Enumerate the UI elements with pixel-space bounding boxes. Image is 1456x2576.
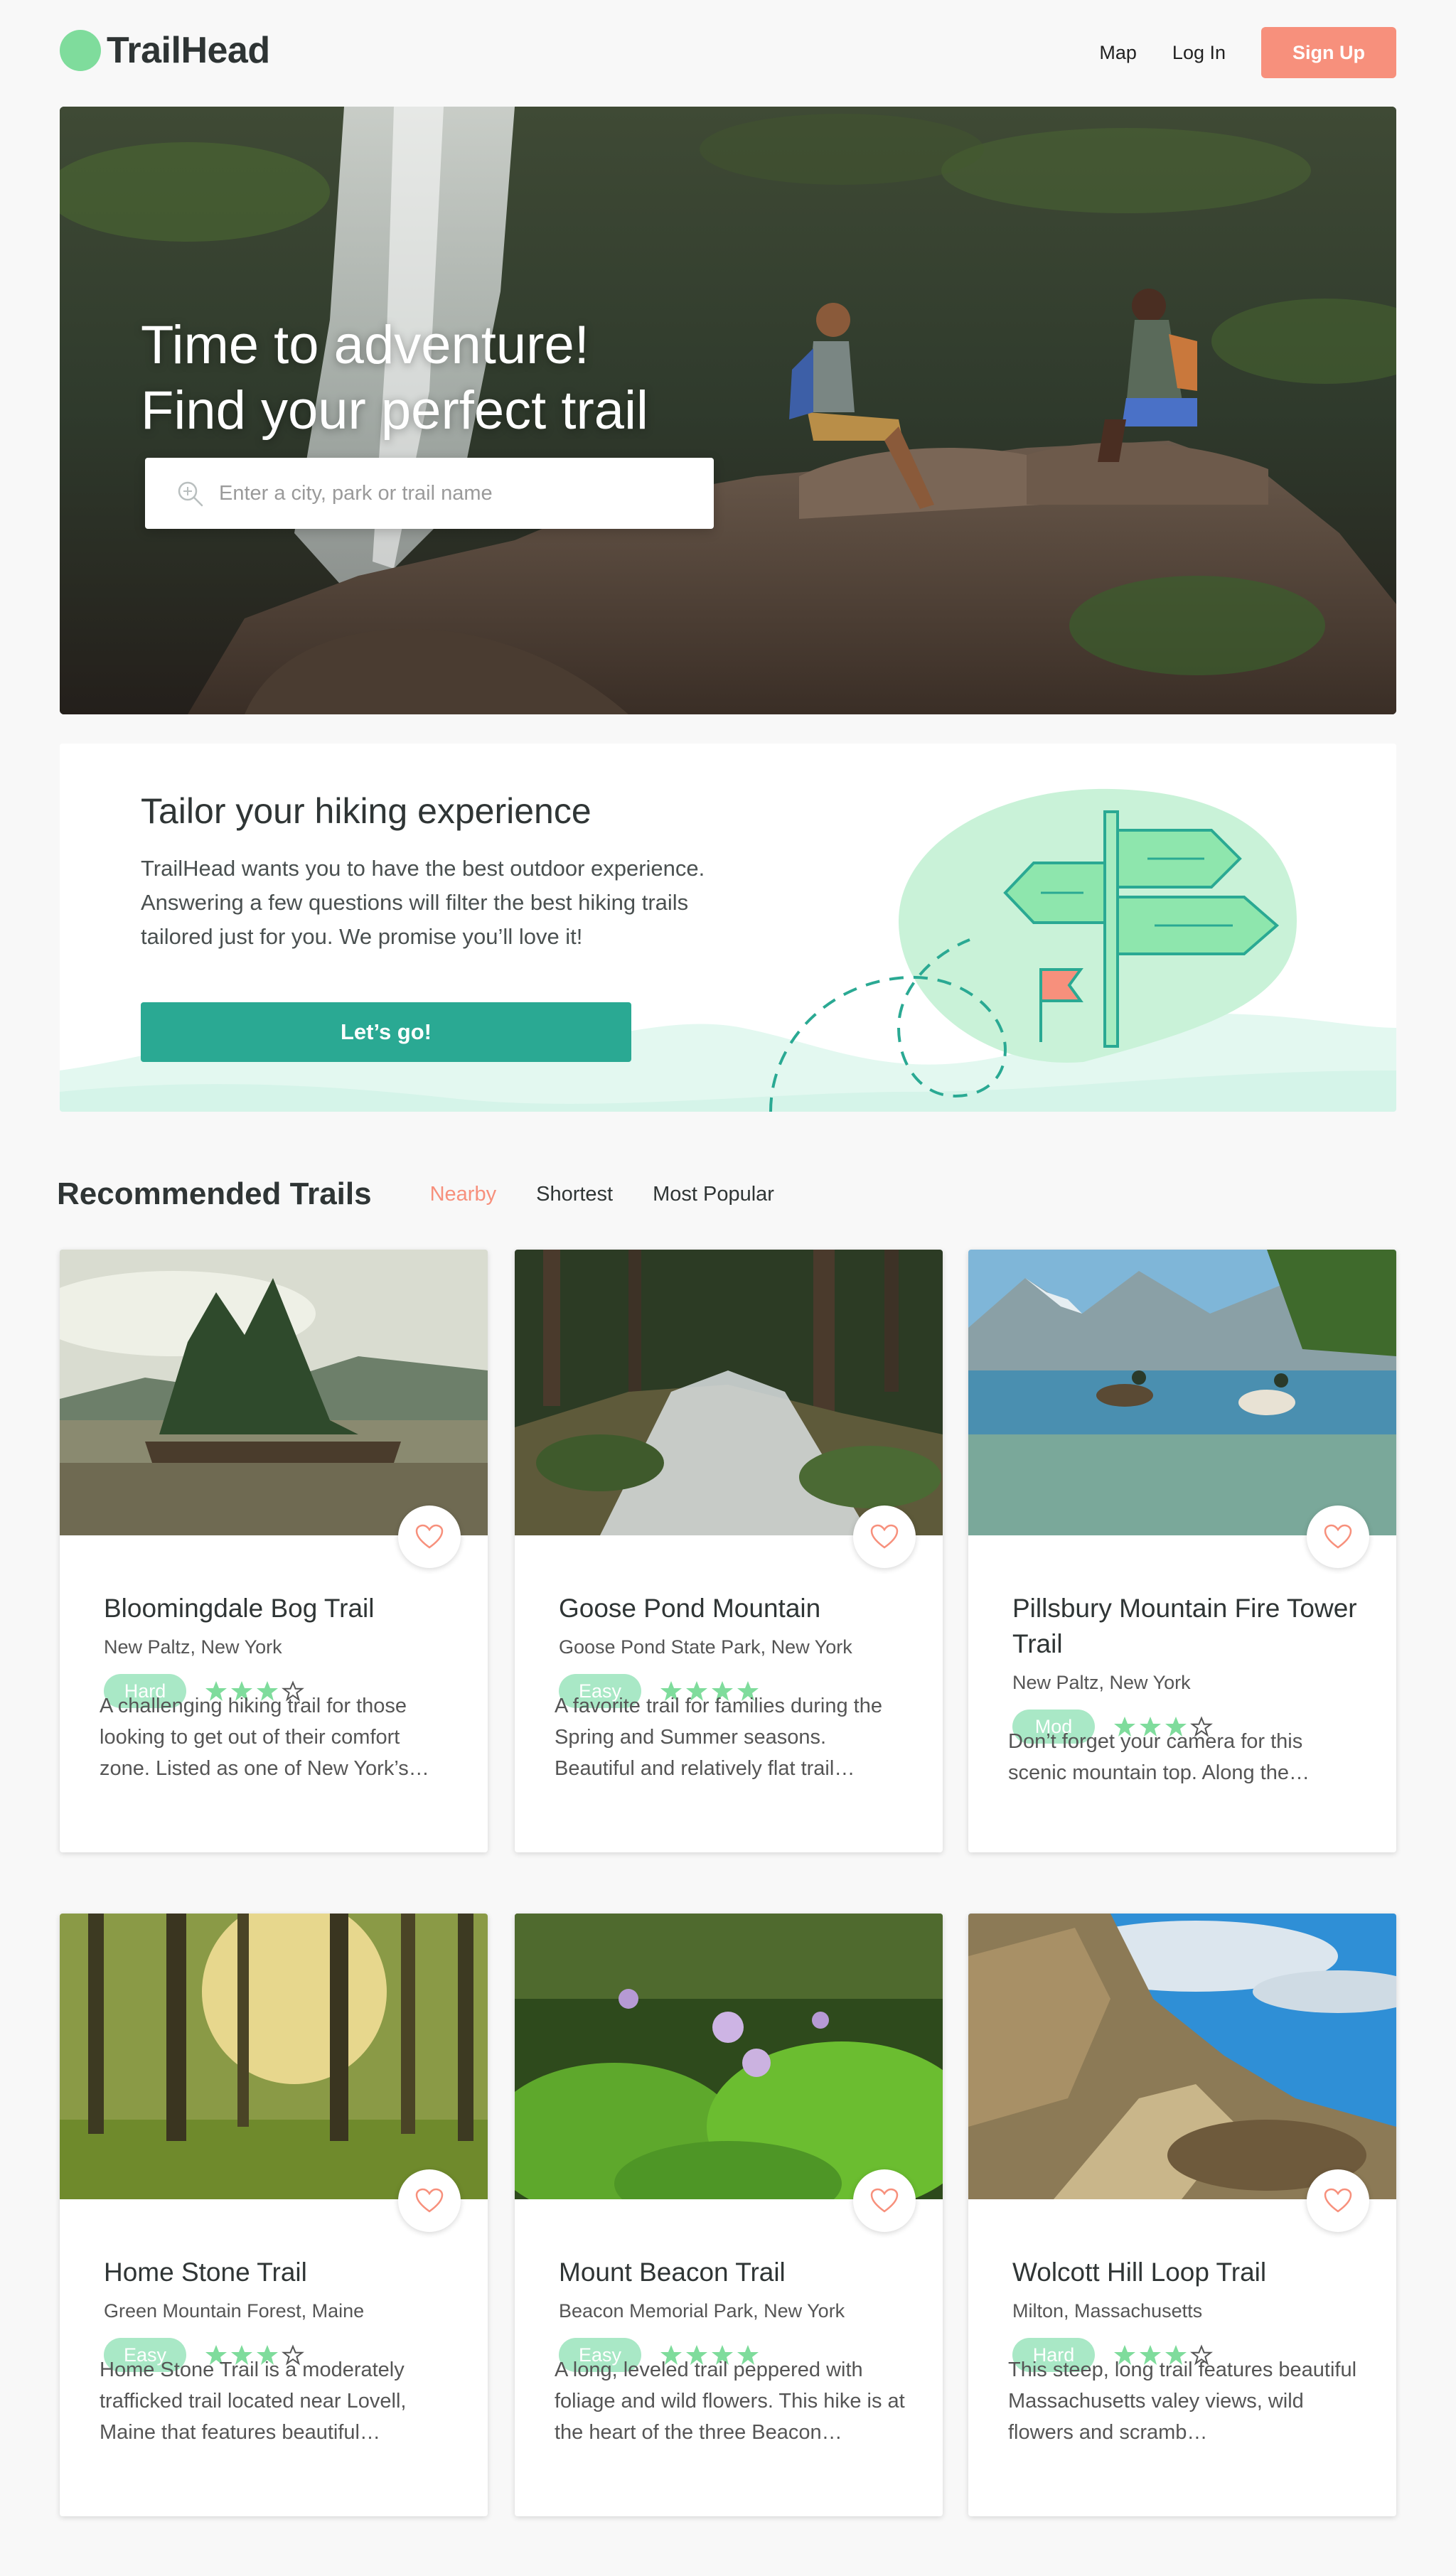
- trail-search[interactable]: [145, 458, 714, 529]
- trail-photo[interactable]: [60, 1250, 488, 1535]
- tab-nearby[interactable]: Nearby: [430, 1183, 497, 1206]
- trail-name[interactable]: Bloomingdale Bog Trail: [104, 1591, 452, 1626]
- trail-photo[interactable]: [515, 1250, 943, 1535]
- logo-mark-icon: [60, 30, 101, 71]
- heart-icon: [415, 2188, 444, 2213]
- trail-card[interactable]: Wolcott Hill Loop Trail Milton, Massachu…: [968, 1914, 1396, 2516]
- tab-shortest[interactable]: Shortest: [536, 1183, 613, 1206]
- trail-description: A favorite trail for families during the…: [555, 1695, 882, 1780]
- heart-icon: [415, 1524, 444, 1549]
- heart-icon: [870, 1524, 899, 1549]
- recommended-title: Recommended Trails: [57, 1176, 372, 1211]
- tailor-description: TrailHead wants you to have the best out…: [141, 856, 705, 949]
- trail-photo[interactable]: [968, 1914, 1396, 2199]
- trail-name[interactable]: Home Stone Trail: [104, 2255, 452, 2290]
- favorite-button[interactable]: [1307, 1506, 1369, 1568]
- trail-description: A long, leveled trail peppered with foli…: [555, 2358, 905, 2444]
- trail-card[interactable]: Goose Pond Mountain Goose Pond State Par…: [515, 1250, 943, 1852]
- tailor-section: Tailor your hiking experience TrailHead …: [60, 744, 1396, 1112]
- favorite-button[interactable]: [853, 1506, 916, 1568]
- trail-name[interactable]: Mount Beacon Trail: [559, 2255, 907, 2290]
- nav-map-link[interactable]: Map: [1099, 42, 1137, 64]
- favorite-button[interactable]: [398, 1506, 461, 1568]
- tailor-title: Tailor your hiking experience: [141, 791, 592, 831]
- trail-location: New Paltz, New York: [104, 1636, 282, 1658]
- hero-title: Time to adventure! Find your perfect tra…: [141, 313, 781, 444]
- trail-card[interactable]: Home Stone Trail Green Mountain Forest, …: [60, 1914, 488, 2516]
- heart-icon: [1324, 1524, 1352, 1549]
- trail-card-body: Pillsbury Mountain Fire Tower Trail New …: [1012, 1591, 1361, 1744]
- trail-location: Beacon Memorial Park, New York: [559, 2300, 845, 2322]
- trail-name[interactable]: Goose Pond Mountain: [559, 1591, 907, 1626]
- search-icon: [178, 481, 203, 507]
- site-header: TrailHead Map Log In Sign Up: [0, 0, 1456, 107]
- tab-most-popular[interactable]: Most Popular: [653, 1183, 774, 1206]
- signup-button[interactable]: Sign Up: [1261, 27, 1396, 78]
- hero-title-line2: Find your perfect trail: [141, 380, 648, 441]
- trail-photo[interactable]: [968, 1250, 1396, 1535]
- heart-icon: [1324, 2188, 1352, 2213]
- trail-location: Milton, Massachusetts: [1012, 2300, 1203, 2322]
- trail-card[interactable]: Pillsbury Mountain Fire Tower Trail New …: [968, 1250, 1396, 1852]
- favorite-button[interactable]: [1307, 2169, 1369, 2232]
- trail-photo[interactable]: [60, 1914, 488, 2199]
- trail-description: A challenging hiking trail for those loo…: [100, 1695, 429, 1780]
- trail-location: Green Mountain Forest, Maine: [104, 2300, 365, 2322]
- trail-card[interactable]: Bloomingdale Bog Trail New Paltz, New Yo…: [60, 1250, 488, 1852]
- trail-description: Don’t forget your camera for this scenic…: [1008, 1730, 1310, 1784]
- recommended-header: Recommended Trails Nearby Shortest Most …: [57, 1173, 1408, 1215]
- hero-title-line1: Time to adventure!: [141, 315, 589, 375]
- logo-text: TrailHead: [107, 30, 270, 71]
- trail-location: New Paltz, New York: [1012, 1672, 1191, 1693]
- search-input[interactable]: [219, 481, 702, 505]
- nav-login-link[interactable]: Log In: [1172, 42, 1226, 64]
- trail-name[interactable]: Pillsbury Mountain Fire Tower Trail: [1012, 1591, 1361, 1662]
- trail-description: Home Stone Trail is a moderately traffic…: [100, 2358, 407, 2444]
- trail-description: This steep, long trail features beautifu…: [1008, 2358, 1357, 2444]
- hero-banner: Time to adventure! Find your perfect tra…: [60, 107, 1396, 714]
- trail-location: Goose Pond State Park, New York: [559, 1636, 852, 1658]
- trail-card[interactable]: Mount Beacon Trail Beacon Memorial Park,…: [515, 1914, 943, 2516]
- lets-go-button[interactable]: Let’s go!: [141, 1002, 631, 1062]
- logo[interactable]: TrailHead: [60, 28, 270, 73]
- trail-name[interactable]: Wolcott Hill Loop Trail: [1012, 2255, 1361, 2290]
- heart-icon: [870, 2188, 899, 2213]
- top-nav: Map Log In Sign Up: [1099, 27, 1396, 78]
- favorite-button[interactable]: [398, 2169, 461, 2232]
- favorite-button[interactable]: [853, 2169, 916, 2232]
- trail-photo[interactable]: [515, 1914, 943, 2199]
